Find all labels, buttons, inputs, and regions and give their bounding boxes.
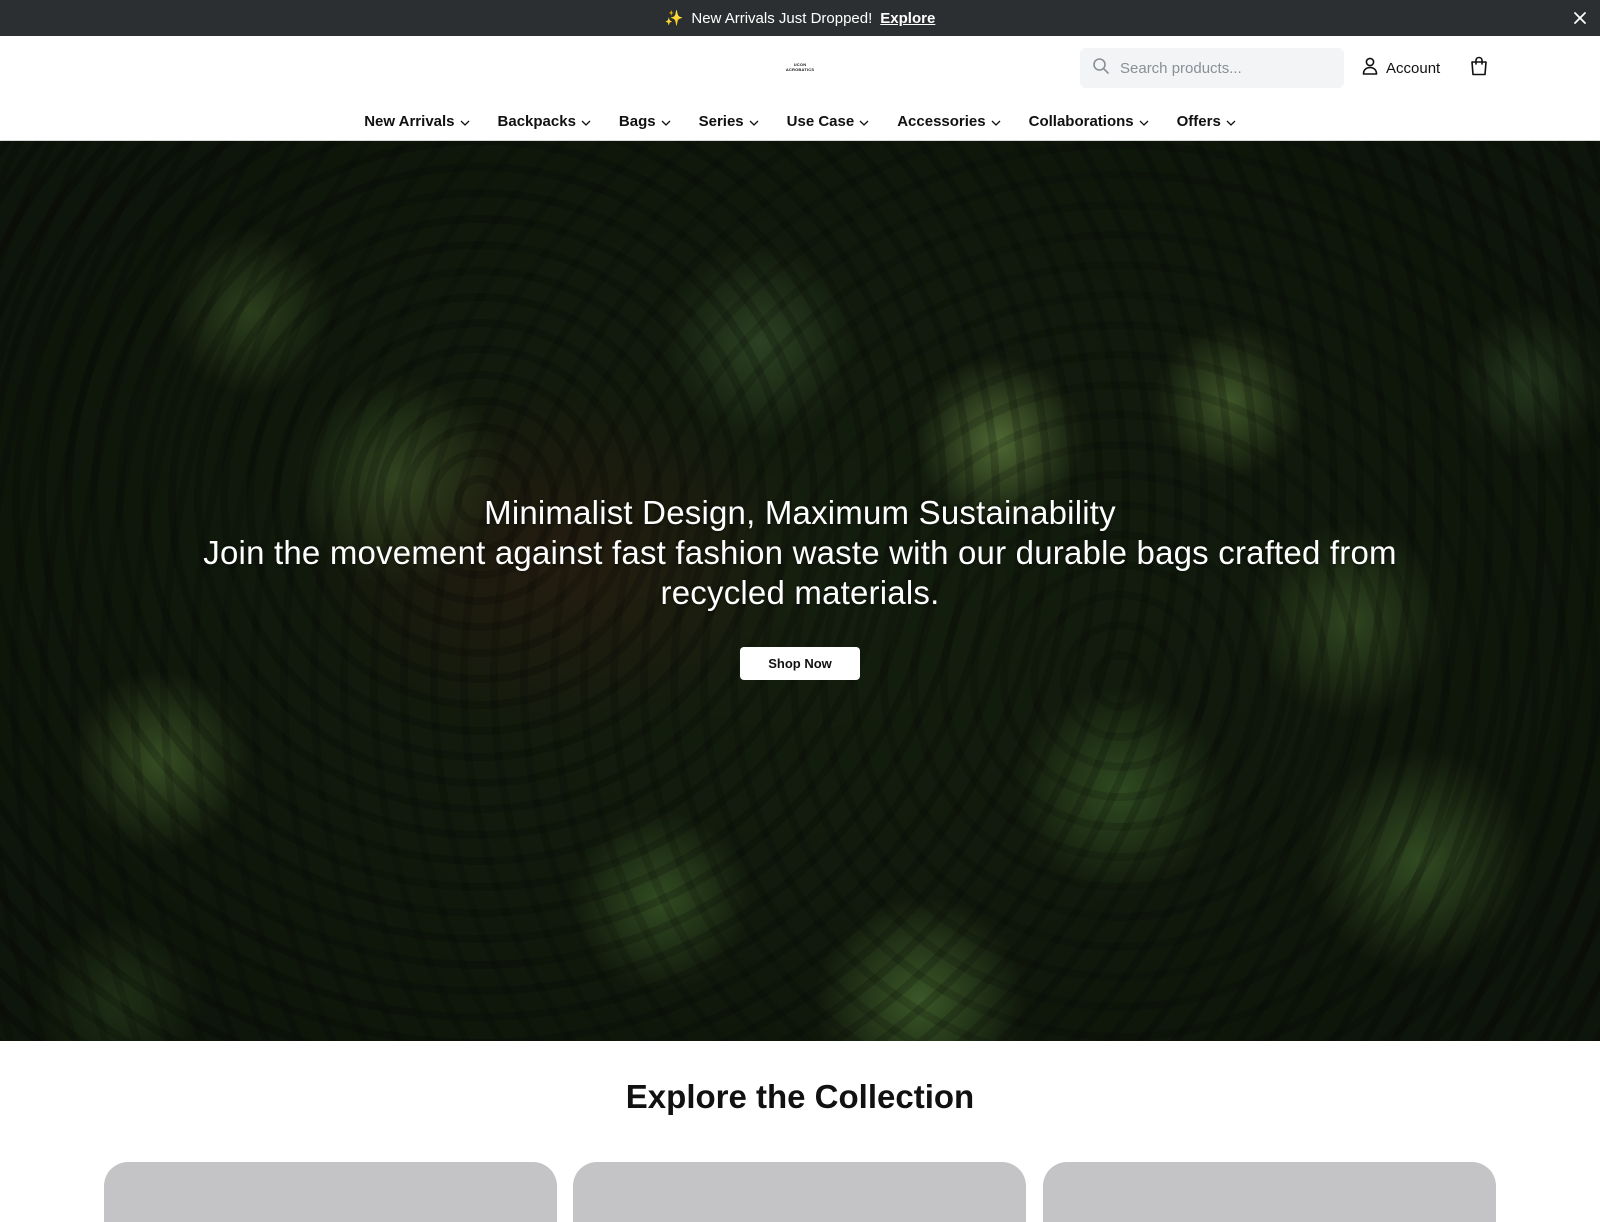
sparkle-icon: ✨ xyxy=(664,10,684,27)
announcement-message: ✨ New Arrivals Just Dropped! Explore xyxy=(664,9,936,28)
chevron-down-icon xyxy=(581,113,591,130)
nav-item-label: Bags xyxy=(618,112,656,130)
account-label: Account xyxy=(1386,59,1441,77)
nav-item-backpacks[interactable]: Backpacks xyxy=(484,106,605,136)
user-icon xyxy=(1362,57,1378,79)
collection-heading: Explore the Collection xyxy=(625,1078,975,1115)
close-icon[interactable] xyxy=(1570,8,1590,28)
nav-item-new-arrivals[interactable]: New Arrivals xyxy=(350,106,483,136)
search-input[interactable] xyxy=(1120,59,1320,77)
cart-button[interactable] xyxy=(1468,56,1490,80)
logo-line-2: ACROBATICS xyxy=(785,67,815,72)
nav-item-collaborations[interactable]: Collaborations xyxy=(1015,106,1163,136)
explore-link[interactable]: Explore xyxy=(880,10,935,27)
nav-item-series[interactable]: Series xyxy=(685,106,773,136)
nav-item-label: Use Case xyxy=(786,112,855,130)
chevron-down-icon xyxy=(749,113,759,130)
nav-item-accessories[interactable]: Accessories xyxy=(883,106,1014,136)
announcement-text: New Arrivals Just Dropped! xyxy=(691,9,873,27)
chevron-down-icon xyxy=(991,113,1001,130)
nav-item-label: Accessories xyxy=(897,112,986,130)
chevron-down-icon xyxy=(1139,113,1149,130)
site-header: UCON ACROBATICS Account New Arrivals Bac… xyxy=(0,36,1600,141)
hero-subtext: Join the movement against fast fashion w… xyxy=(203,534,1397,611)
collection-card[interactable] xyxy=(1043,1162,1496,1222)
brand-logo[interactable]: UCON ACROBATICS xyxy=(785,60,815,74)
nav-item-label: Collaborations xyxy=(1028,112,1134,130)
nav-item-label: Series xyxy=(698,112,744,130)
search-box[interactable] xyxy=(1080,48,1344,88)
announcement-bar: ✨ New Arrivals Just Dropped! Explore xyxy=(0,0,1600,36)
chevron-down-icon xyxy=(460,113,470,130)
chevron-down-icon xyxy=(661,113,671,130)
chevron-down-icon xyxy=(859,113,869,130)
chevron-down-icon xyxy=(1226,113,1236,130)
collection-card[interactable] xyxy=(573,1162,1026,1222)
nav-item-label: New Arrivals xyxy=(364,112,455,130)
search-icon xyxy=(1092,57,1110,80)
shopping-bag-icon xyxy=(1470,56,1488,81)
nav-item-offers[interactable]: Offers xyxy=(1163,106,1250,136)
account-button[interactable]: Account xyxy=(1362,56,1440,80)
nav-item-use-case[interactable]: Use Case xyxy=(773,106,884,136)
hero-text: Minimalist Design, Maximum Sustainabilit… xyxy=(150,493,1450,613)
hero-banner: Minimalist Design, Maximum Sustainabilit… xyxy=(0,141,1600,1041)
main-navigation: New Arrivals Backpacks Bags Series Use C… xyxy=(0,106,1600,136)
shop-now-button[interactable]: Shop Now xyxy=(740,647,860,680)
nav-item-bags[interactable]: Bags xyxy=(605,106,685,136)
nav-item-label: Backpacks xyxy=(497,112,576,130)
nav-item-label: Offers xyxy=(1176,112,1221,130)
hero-headline: Minimalist Design, Maximum Sustainabilit… xyxy=(484,494,1116,531)
collection-card[interactable] xyxy=(104,1162,557,1222)
